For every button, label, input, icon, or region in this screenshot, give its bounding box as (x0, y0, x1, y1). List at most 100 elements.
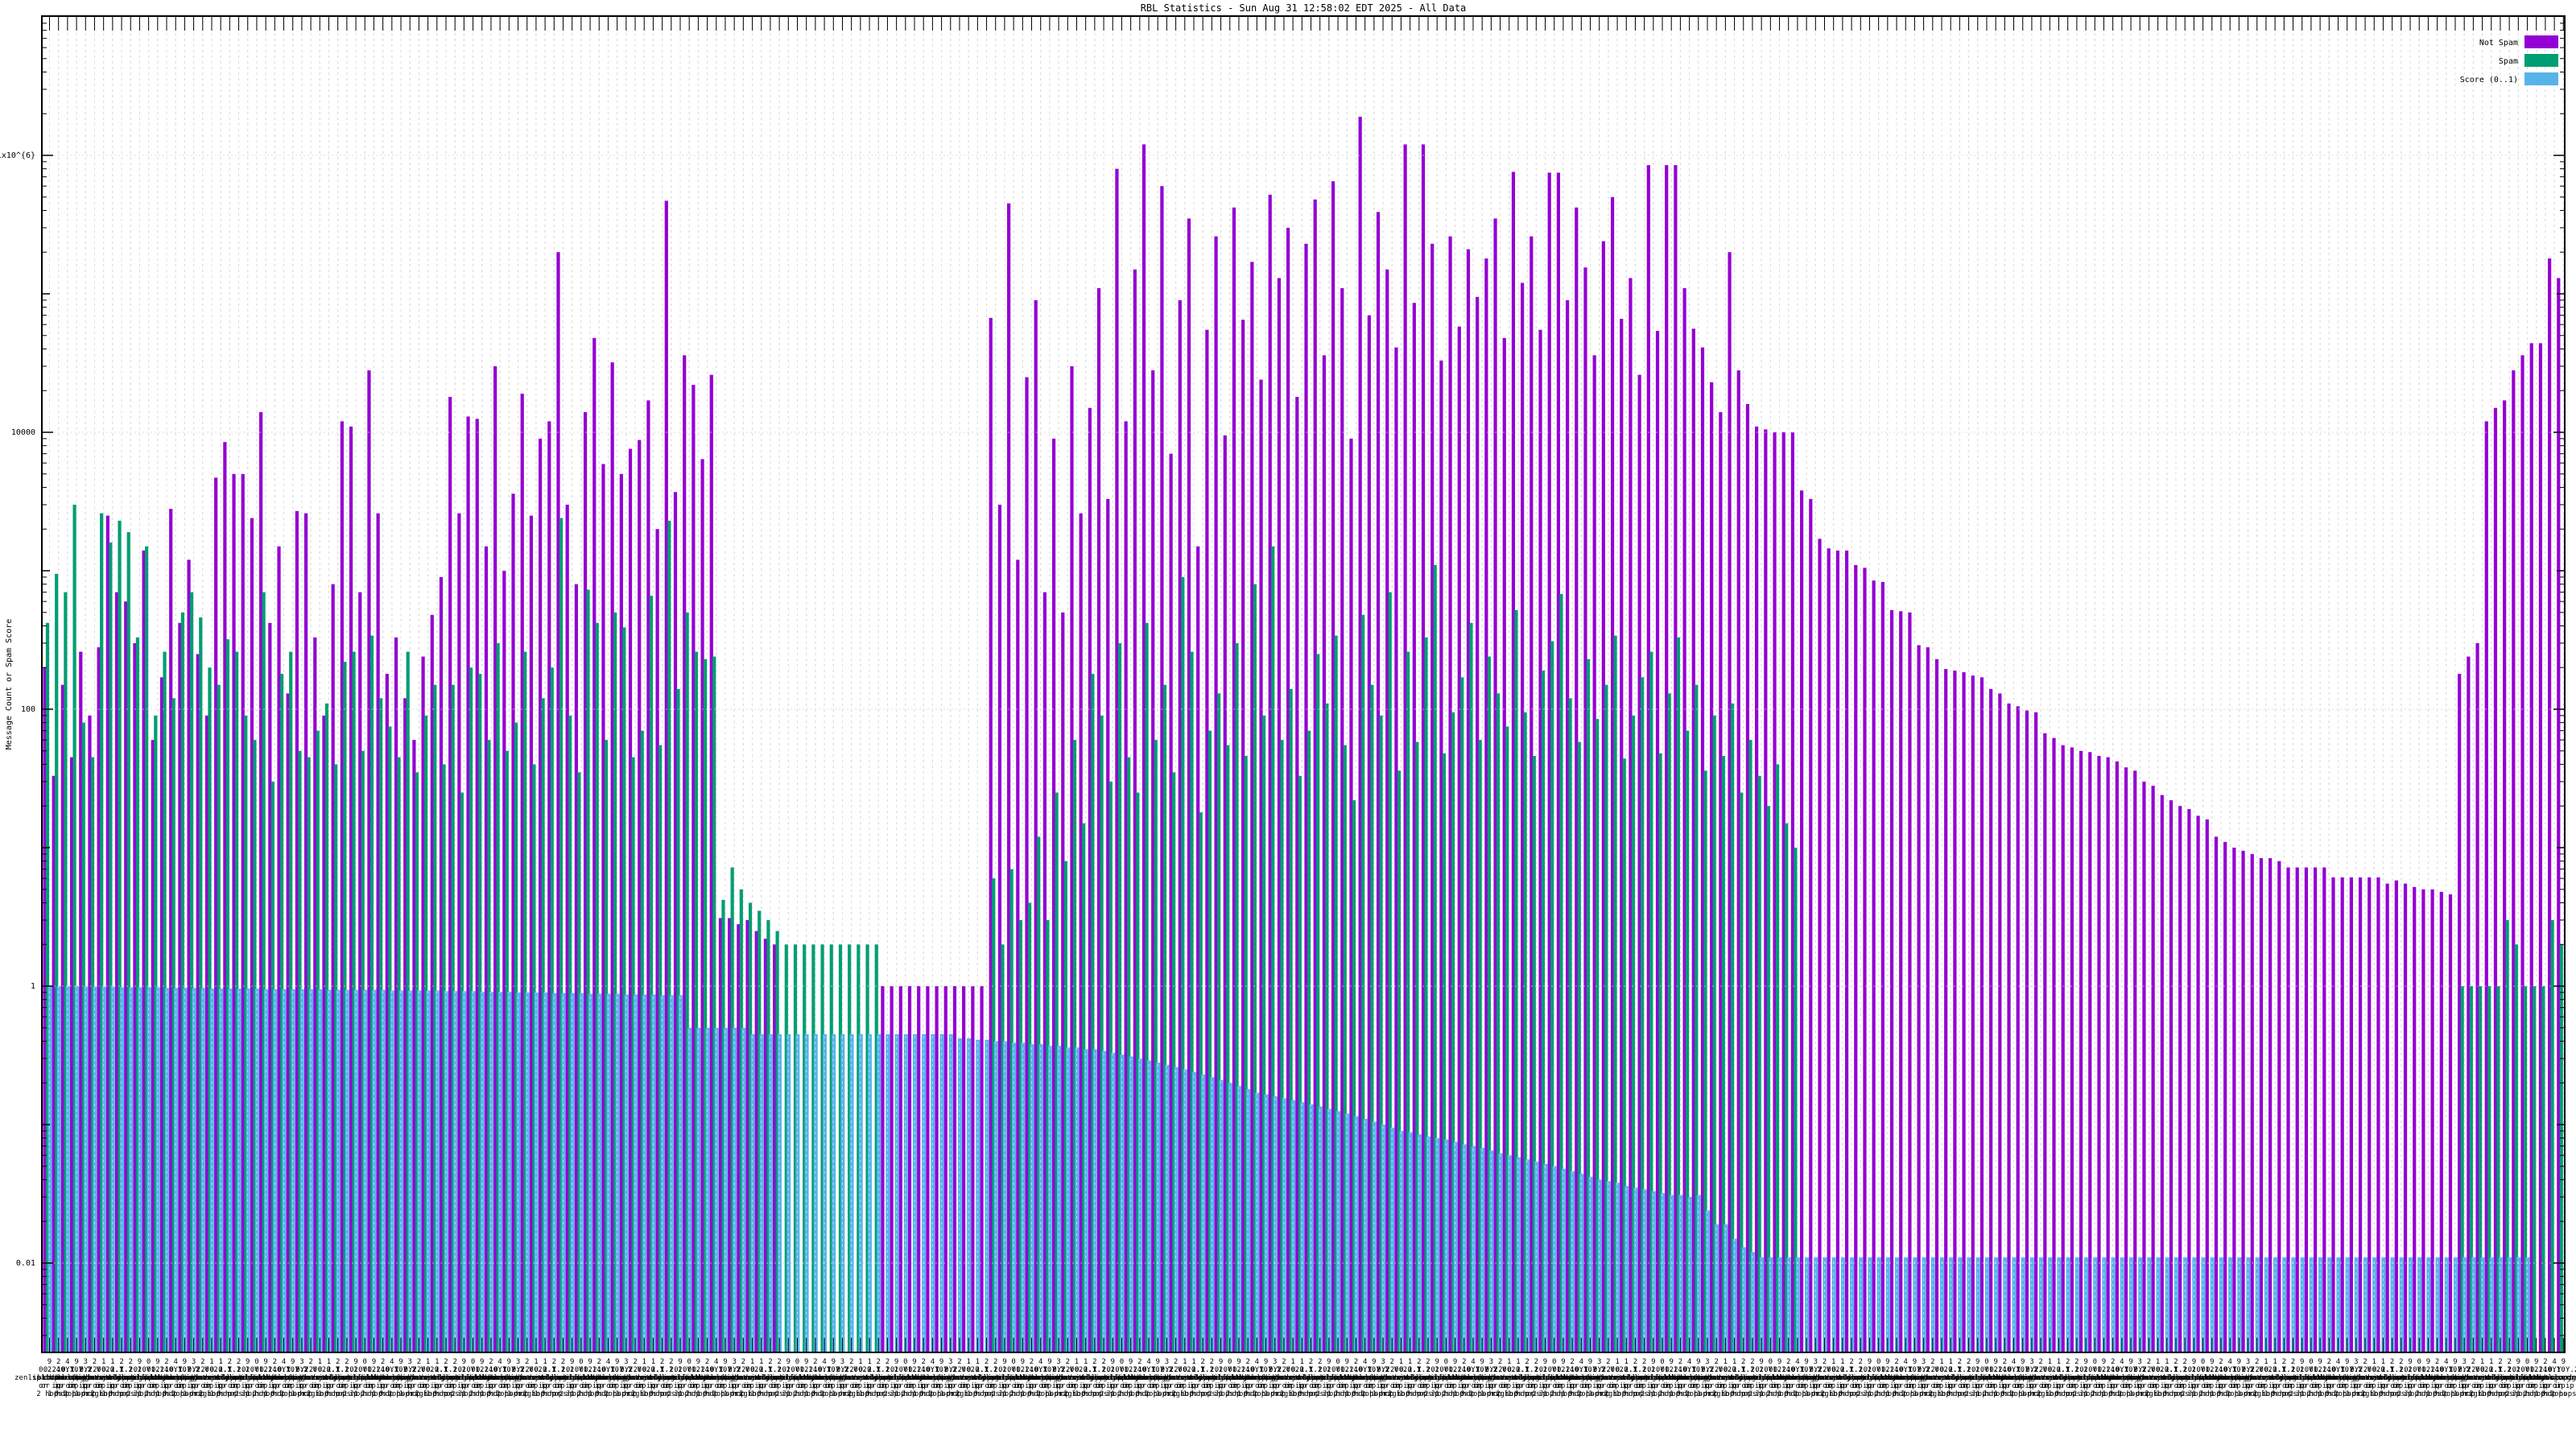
x-tick-label: 1 (1939, 1358, 1943, 1366)
x-tick-label: 2 (2507, 1358, 2511, 1366)
x-tick-label: 2 (2038, 1358, 2042, 1366)
bar-score (1715, 1224, 1719, 1352)
x-tick-label: 9 (570, 1358, 574, 1366)
x-tick-label: 9 (2345, 1358, 2349, 1366)
bar-not-spam (2142, 782, 2145, 1352)
x-tick-label: 2 (1678, 1358, 1682, 1366)
x-tick-label: 0 (471, 1358, 475, 1366)
bar-not-spam (2286, 868, 2289, 1352)
bar-not-spam (1845, 551, 1848, 1352)
legend-swatch (2524, 72, 2558, 85)
x-tick-label: 2 (1282, 1358, 1286, 1366)
x-tick-label: 3 (1381, 1358, 1385, 1366)
x-tick-label: dnsbl.sorbs.net (2531, 1374, 2576, 1382)
x-tick-label: 4 (2444, 1358, 2448, 1366)
bar-not-spam (2116, 762, 2119, 1352)
bar-not-spam (2331, 877, 2334, 1352)
x-tick-label: 9 (462, 1358, 466, 1366)
x-tick-label: 2 (2255, 1358, 2259, 1366)
x-tick-label: 3 (732, 1358, 736, 1366)
x-tick-label: 1 (2165, 1358, 2169, 1366)
y-tick-label: 10000 (11, 428, 35, 437)
x-tick-label: 2 (452, 1358, 456, 1366)
bar-not-spam (926, 986, 929, 1352)
x-tick-label: 2 (1967, 1358, 1971, 1366)
bar-not-spam (2260, 858, 2263, 1352)
x-tick-label: 9 (1002, 1358, 1006, 1366)
x-tick-label: 2 (2471, 1358, 2475, 1366)
x-tick-label: 3 (408, 1358, 412, 1366)
x-tick-label: 9 (2021, 1358, 2025, 1366)
x-tick-label: 9 (1435, 1358, 1439, 1366)
x-tick-label: 2 (1823, 1358, 1827, 1366)
x-tick-label: 1 (2048, 1358, 2052, 1366)
x-tick-label: 0 (363, 1358, 367, 1366)
x-tick-label: 0 (2525, 1358, 2529, 1366)
x-tick-label: 2 (1101, 1358, 1105, 1366)
x-tick-label: 3 (1273, 1358, 1277, 1366)
x-tick-label: 1 (2381, 1358, 2385, 1366)
bar-not-spam (2251, 854, 2254, 1352)
x-tick-label: 2 (2498, 1358, 2502, 1366)
x-tick-label: 2 (1417, 1358, 1421, 1366)
bar-not-spam (2079, 751, 2083, 1352)
x-tick-label: 4 (714, 1358, 718, 1366)
x-tick-label: 9 (696, 1358, 700, 1366)
x-tick-label: 2 (1092, 1358, 1096, 1366)
bar-not-spam (2305, 868, 2308, 1352)
legend-swatch (2524, 54, 2558, 67)
x-tick-label: 9 (1696, 1358, 1700, 1366)
x-tick-label: 0 (1228, 1358, 1232, 1366)
bar-not-spam (1854, 565, 1857, 1352)
x-tick-label: 2 (660, 1358, 664, 1366)
x-tick-label: 1 (1084, 1358, 1088, 1366)
x-tick-label: 3 (2246, 1358, 2250, 1366)
x-tick-label: 0 (2417, 1358, 2421, 1366)
x-tick-label: 9 (1345, 1358, 1349, 1366)
x-tick-label: 4 (1363, 1358, 1367, 1366)
bar-not-spam (2088, 752, 2091, 1352)
bar-not-spam (2341, 877, 2344, 1352)
bar-not-spam (971, 986, 974, 1352)
x-tick-label: 3 (624, 1358, 628, 1366)
x-tick-label: 9 (588, 1358, 592, 1366)
bar-not-spam (2368, 877, 2371, 1352)
bar-score (345, 990, 349, 1352)
x-tick-label: 3 (2462, 1358, 2466, 1366)
x-tick-label: 2 (957, 1358, 961, 1366)
x-tick-label: 9 (1327, 1358, 1331, 1366)
bar-not-spam (1818, 539, 1821, 1352)
bar-score (1057, 1046, 1061, 1352)
bar-not-spam (980, 986, 983, 1352)
bar-not-spam (2314, 868, 2317, 1352)
bar-spam (2533, 986, 2536, 1352)
x-tick-label: 1 (651, 1358, 655, 1366)
bar-not-spam (962, 986, 965, 1352)
x-tick-label: 2 (2282, 1358, 2286, 1366)
bar-not-spam (1935, 659, 1938, 1352)
bar-not-spam (2232, 848, 2235, 1352)
x-tick-label: 1 (1948, 1358, 1952, 1366)
bar-score (1643, 1190, 1647, 1352)
x-tick-label: 3 (192, 1358, 196, 1366)
bar-not-spam (2025, 711, 2029, 1352)
bar-not-spam (1809, 499, 1812, 1352)
bar-not-spam (2241, 851, 2244, 1352)
bar-not-spam (2043, 733, 2046, 1352)
x-tick-label: 4 (606, 1358, 610, 1366)
bar-not-spam (2152, 786, 2155, 1352)
bar-not-spam (881, 986, 884, 1352)
x-tick-label: 9 (1670, 1358, 1674, 1366)
bar-not-spam (2268, 858, 2272, 1352)
x-tick-label: 4 (390, 1358, 394, 1366)
x-tick-label: 4 (1146, 1358, 1150, 1366)
x-tick-label: 9 (678, 1358, 682, 1366)
x-tick-label: 2 (489, 1358, 493, 1366)
x-tick-label: 2 (129, 1358, 133, 1366)
x-tick-label: 2 (444, 1358, 448, 1366)
x-tick-label: 4 (173, 1358, 177, 1366)
x-tick-label: 9 (723, 1358, 727, 1366)
x-tick-label: 9 (2300, 1358, 2304, 1366)
x-tick-label: 2 (1462, 1358, 1466, 1366)
x-tick-label: 9 (1759, 1358, 1763, 1366)
